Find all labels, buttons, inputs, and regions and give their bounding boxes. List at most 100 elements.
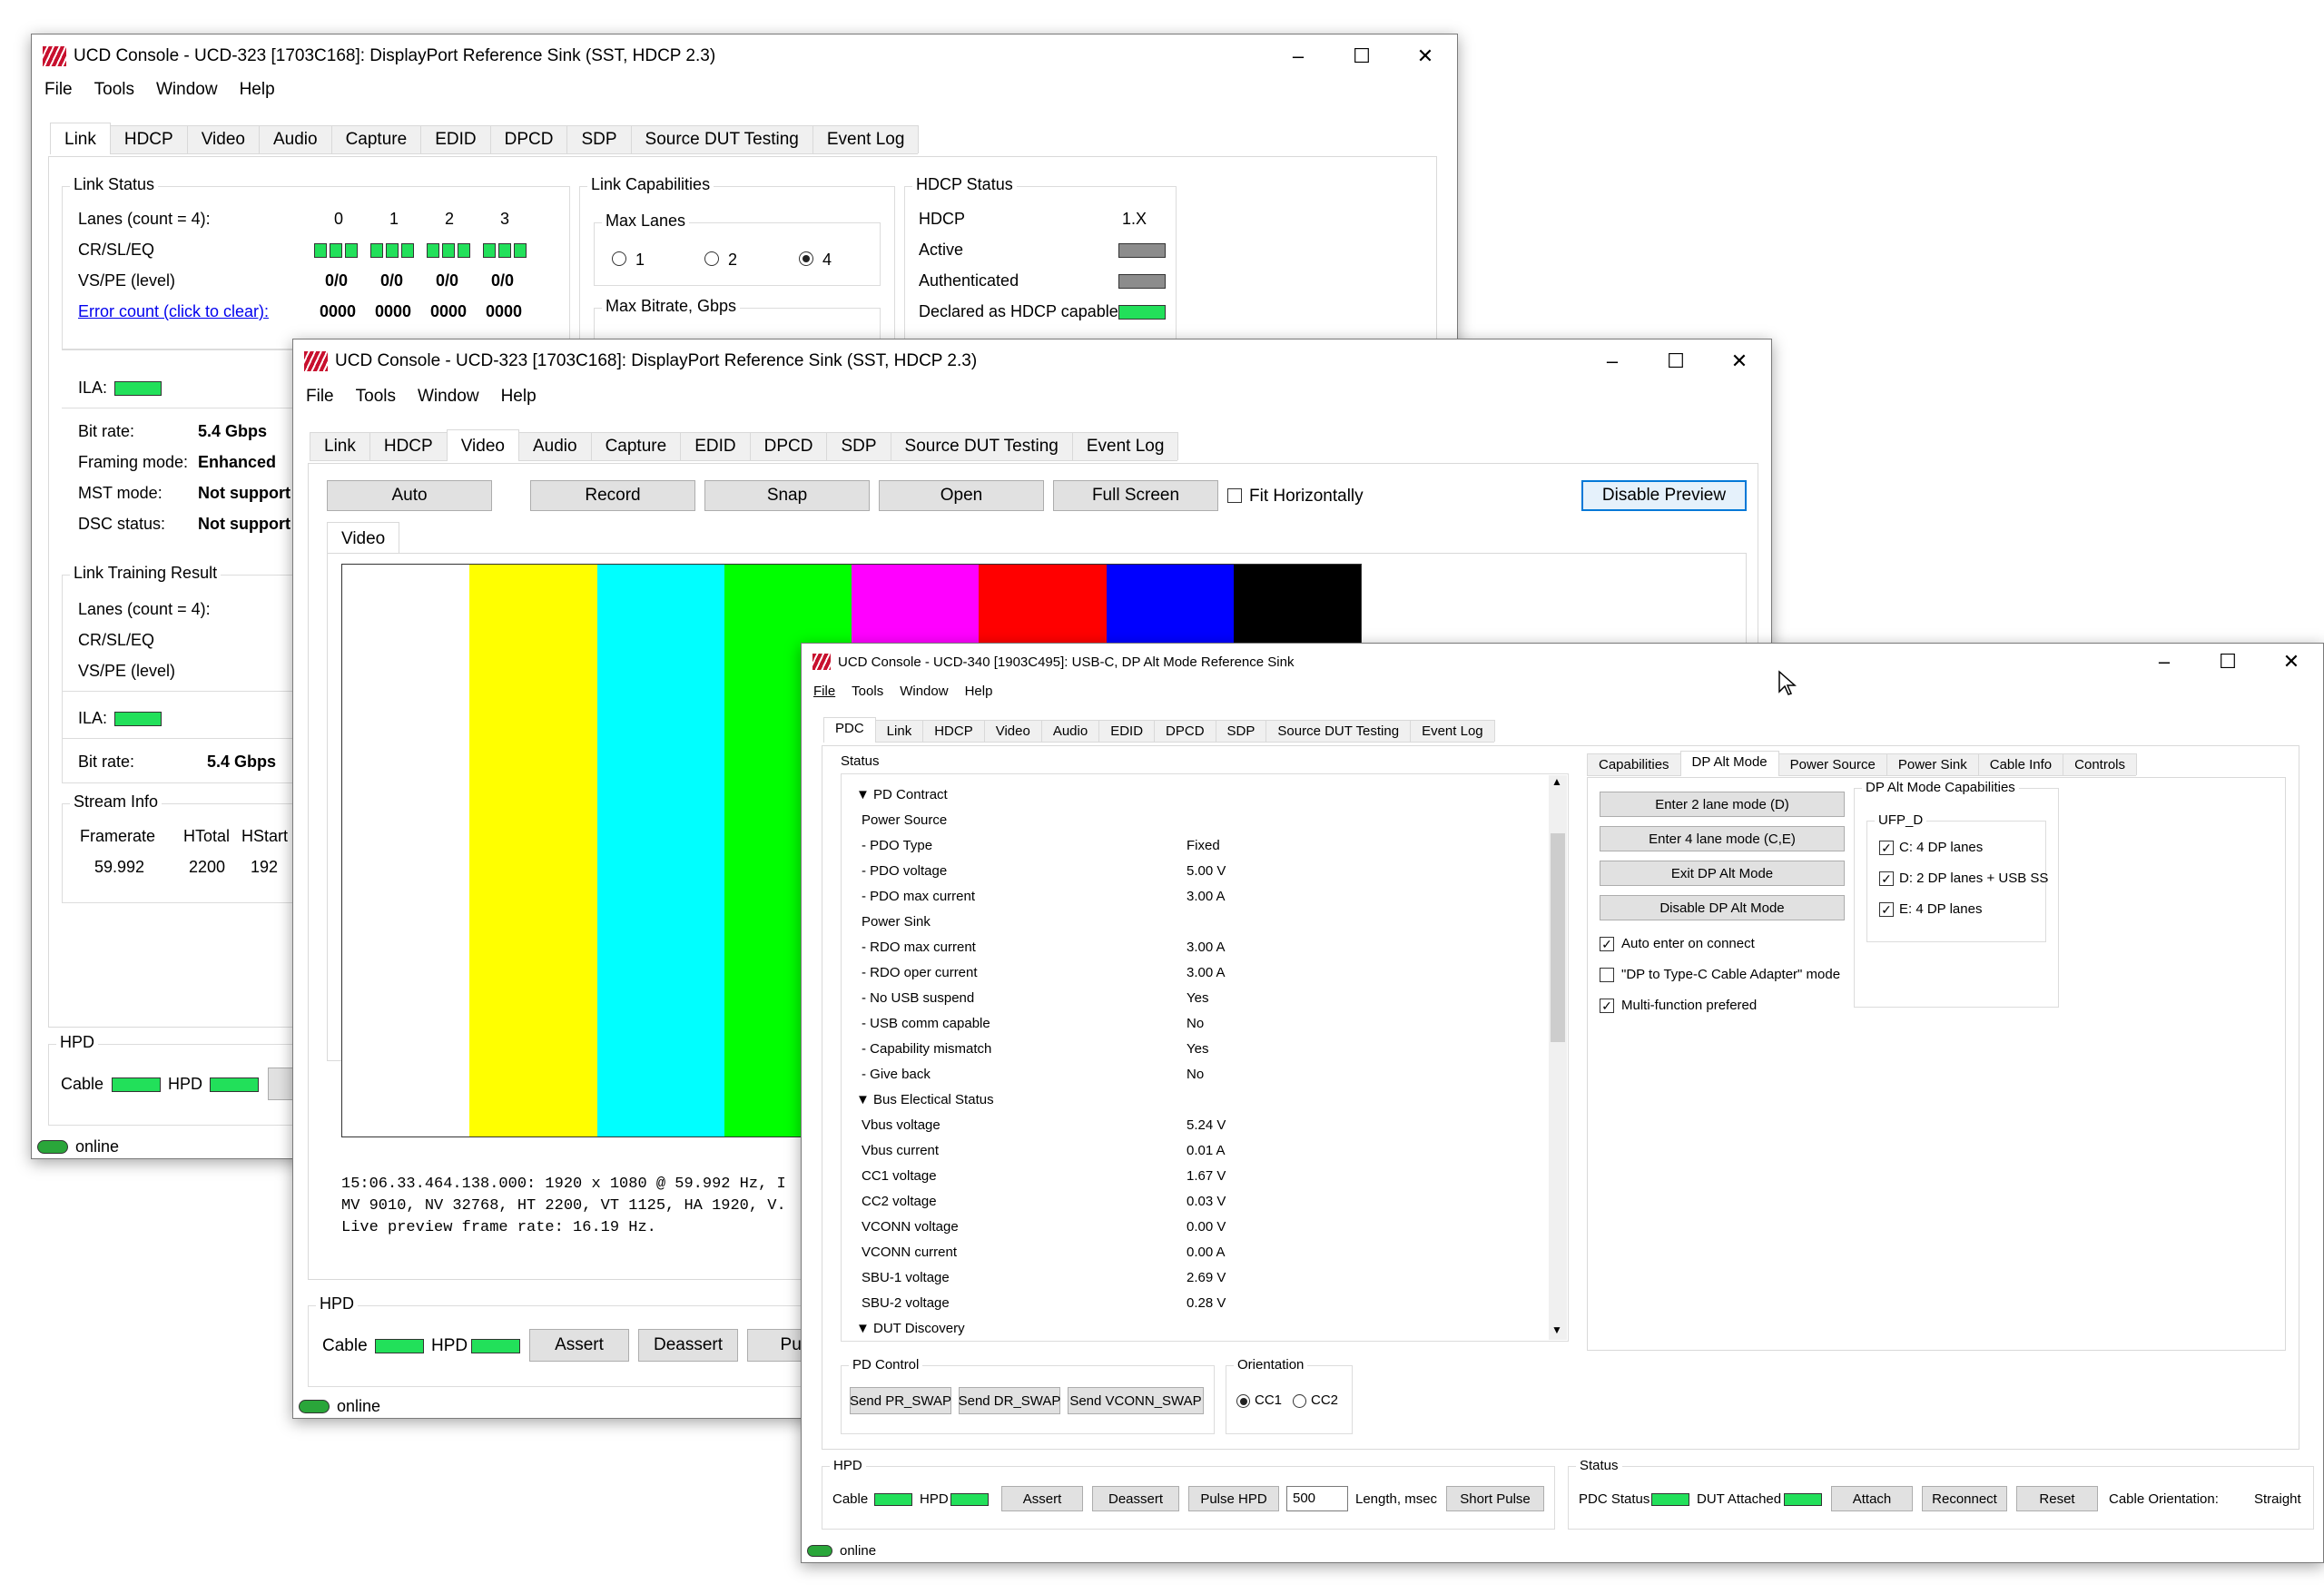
orientation-cc1-radio[interactable] <box>1236 1394 1250 1408</box>
tab-event-log[interactable]: Event Log <box>1410 720 1495 742</box>
rtab-dp-alt-mode[interactable]: DP Alt Mode <box>1679 751 1779 776</box>
status-row[interactable]: - Capability mismatch Yes <box>842 1041 1531 1067</box>
tab-sdp[interactable]: SDP <box>826 432 891 460</box>
status-row[interactable]: VCONN voltage 0.00 V <box>842 1219 1531 1245</box>
disable-preview-button[interactable]: Disable Preview <box>1581 480 1747 511</box>
max-lanes-4-radio[interactable] <box>799 251 813 266</box>
status-row[interactable]: SBU-2 voltage 0.28 V <box>842 1295 1531 1321</box>
maximize-icon[interactable]: ☐ <box>1330 38 1393 74</box>
tab-sdp[interactable]: SDP <box>1215 720 1267 742</box>
status-row[interactable]: - PDO voltage 5.00 V <box>842 863 1531 889</box>
status-row[interactable]: VConn On <box>842 774 1531 787</box>
title-bar[interactable]: UCD Console - UCD-323 [1703C168]: Displa… <box>32 34 1457 78</box>
scrollbar-thumb[interactable] <box>1551 833 1565 1042</box>
status-row[interactable]: Power Source <box>842 812 1531 838</box>
max-lanes-2-radio[interactable] <box>704 251 719 266</box>
menu-tools[interactable]: Tools <box>345 387 407 407</box>
tab-audio[interactable]: Audio <box>517 432 592 460</box>
status-row[interactable]: Vbus current 0.01 A <box>842 1143 1531 1168</box>
status-row[interactable]: - RDO oper current 3.00 A <box>842 965 1531 990</box>
send-pr-swap-button[interactable]: Send PR_SWAP <box>850 1387 951 1414</box>
rtab-capabilities[interactable]: Capabilities <box>1587 753 1681 775</box>
minimize-icon[interactable]: – <box>2132 644 2196 680</box>
tab-video[interactable]: Video <box>983 720 1042 742</box>
tab-source-dut-testing[interactable]: Source DUT Testing <box>1265 720 1412 742</box>
status-row[interactable]: - PDO max current 3.00 A <box>842 889 1531 914</box>
reset-button[interactable]: Reset <box>2016 1486 2098 1511</box>
tab-event-log[interactable]: Event Log <box>1071 432 1179 460</box>
tab-dpcd[interactable]: DPCD <box>489 125 568 153</box>
cable-adapter-mode-checkbox[interactable] <box>1600 968 1614 982</box>
tab-hdcp[interactable]: HDCP <box>369 432 448 460</box>
tab-dpcd[interactable]: DPCD <box>1154 720 1216 742</box>
minimize-icon[interactable]: – <box>1581 343 1644 379</box>
tab-hdcp[interactable]: HDCP <box>109 125 188 153</box>
menu-help[interactable]: Help <box>229 80 286 100</box>
tab-audio[interactable]: Audio <box>1040 720 1100 742</box>
menu-file[interactable]: File <box>805 684 843 699</box>
close-icon[interactable]: ✕ <box>1393 38 1457 74</box>
status-row[interactable]: - USB comm capable No <box>842 1016 1531 1041</box>
snap-button[interactable]: Snap <box>704 480 870 511</box>
short-pulse-button[interactable]: Short Pulse <box>1446 1486 1544 1511</box>
enter-4-lane-button[interactable]: Enter 4 lane mode (C,E) <box>1600 826 1845 851</box>
status-row[interactable]: CC2 voltage 0.03 V <box>842 1194 1531 1219</box>
send-vconn-swap-button[interactable]: Send VCONN_SWAP <box>1068 1387 1204 1414</box>
rtab-power-source[interactable]: Power Source <box>1777 753 1887 775</box>
pulse-length-input[interactable]: 500 <box>1286 1486 1348 1511</box>
subtab-video[interactable]: Video <box>327 522 400 553</box>
record-button[interactable]: Record <box>530 480 695 511</box>
menu-tools[interactable]: Tools <box>843 684 891 699</box>
minimize-icon[interactable]: – <box>1266 38 1330 74</box>
send-dr-swap-button[interactable]: Send DR_SWAP <box>959 1387 1060 1414</box>
menu-window[interactable]: Window <box>891 684 956 699</box>
assert-button[interactable]: Assert <box>1001 1486 1083 1511</box>
menu-help[interactable]: Help <box>957 684 1001 699</box>
maximize-icon[interactable]: ☐ <box>2196 644 2260 680</box>
menu-window[interactable]: Window <box>145 80 229 100</box>
multi-function-checkbox[interactable]: ✓ <box>1600 999 1614 1013</box>
disable-dp-alt-mode-button[interactable]: Disable DP Alt Mode <box>1600 895 1845 920</box>
status-row[interactable]: CC1 voltage 1.67 V <box>842 1168 1531 1194</box>
pulse-hpd-button[interactable]: Pulse HPD <box>1188 1486 1279 1511</box>
maximize-icon[interactable]: ☐ <box>1644 343 1708 379</box>
ufp-e-checkbox[interactable]: ✓ <box>1879 902 1894 917</box>
deassert-button[interactable]: Deassert <box>638 1329 738 1362</box>
rtab-power-sink[interactable]: Power Sink <box>1886 753 1979 775</box>
tab-capture[interactable]: Capture <box>590 432 682 460</box>
tab-audio[interactable]: Audio <box>258 125 332 153</box>
attach-button[interactable]: Attach <box>1831 1486 1913 1511</box>
tab-video[interactable]: Video <box>446 429 519 461</box>
status-row[interactable]: ▼ Bus Electical Status <box>842 1092 1531 1117</box>
tab-video[interactable]: Video <box>186 125 260 153</box>
enter-2-lane-button[interactable]: Enter 2 lane mode (D) <box>1600 792 1845 817</box>
tab-link[interactable]: Link <box>310 432 370 460</box>
status-row[interactable]: ▼ PD Contract <box>842 787 1531 812</box>
max-lanes-1-radio[interactable] <box>612 251 626 266</box>
scroll-down-icon[interactable]: ▼ <box>1551 1323 1562 1336</box>
status-row[interactable]: - No USB suspend Yes <box>842 990 1531 1016</box>
exit-dp-alt-mode-button[interactable]: Exit DP Alt Mode <box>1600 861 1845 886</box>
menu-file[interactable]: File <box>295 387 345 407</box>
tab-link[interactable]: Link <box>874 720 924 742</box>
error-count-link[interactable]: Error count (click to clear): <box>78 302 269 321</box>
tab-event-log[interactable]: Event Log <box>812 125 920 153</box>
tab-dpcd[interactable]: DPCD <box>749 432 828 460</box>
reconnect-button[interactable]: Reconnect <box>1922 1486 2007 1511</box>
tab-hdcp[interactable]: HDCP <box>922 720 985 742</box>
rtab-controls[interactable]: Controls <box>2063 753 2137 775</box>
assert-button[interactable]: Assert <box>529 1329 629 1362</box>
status-row[interactable]: VCONN current 0.00 A <box>842 1245 1531 1270</box>
title-bar[interactable]: UCD Console - UCD-340 [1903C495]: USB-C,… <box>802 644 2323 680</box>
menu-file[interactable]: File <box>34 80 84 100</box>
orientation-cc2-radio[interactable] <box>1293 1394 1306 1408</box>
tab-source-dut-testing[interactable]: Source DUT Testing <box>890 432 1073 460</box>
ufp-d-checkbox[interactable]: ✓ <box>1879 871 1894 886</box>
status-row[interactable]: Vbus voltage 5.24 V <box>842 1117 1531 1143</box>
title-bar[interactable]: UCD Console - UCD-323 [1703C168]: Displa… <box>293 339 1771 383</box>
tab-capture[interactable]: Capture <box>330 125 422 153</box>
status-row[interactable]: Power Sink <box>842 914 1531 940</box>
tab-link[interactable]: Link <box>50 123 111 154</box>
tab-edid[interactable]: EDID <box>420 125 491 153</box>
full-screen-button[interactable]: Full Screen <box>1053 480 1218 511</box>
